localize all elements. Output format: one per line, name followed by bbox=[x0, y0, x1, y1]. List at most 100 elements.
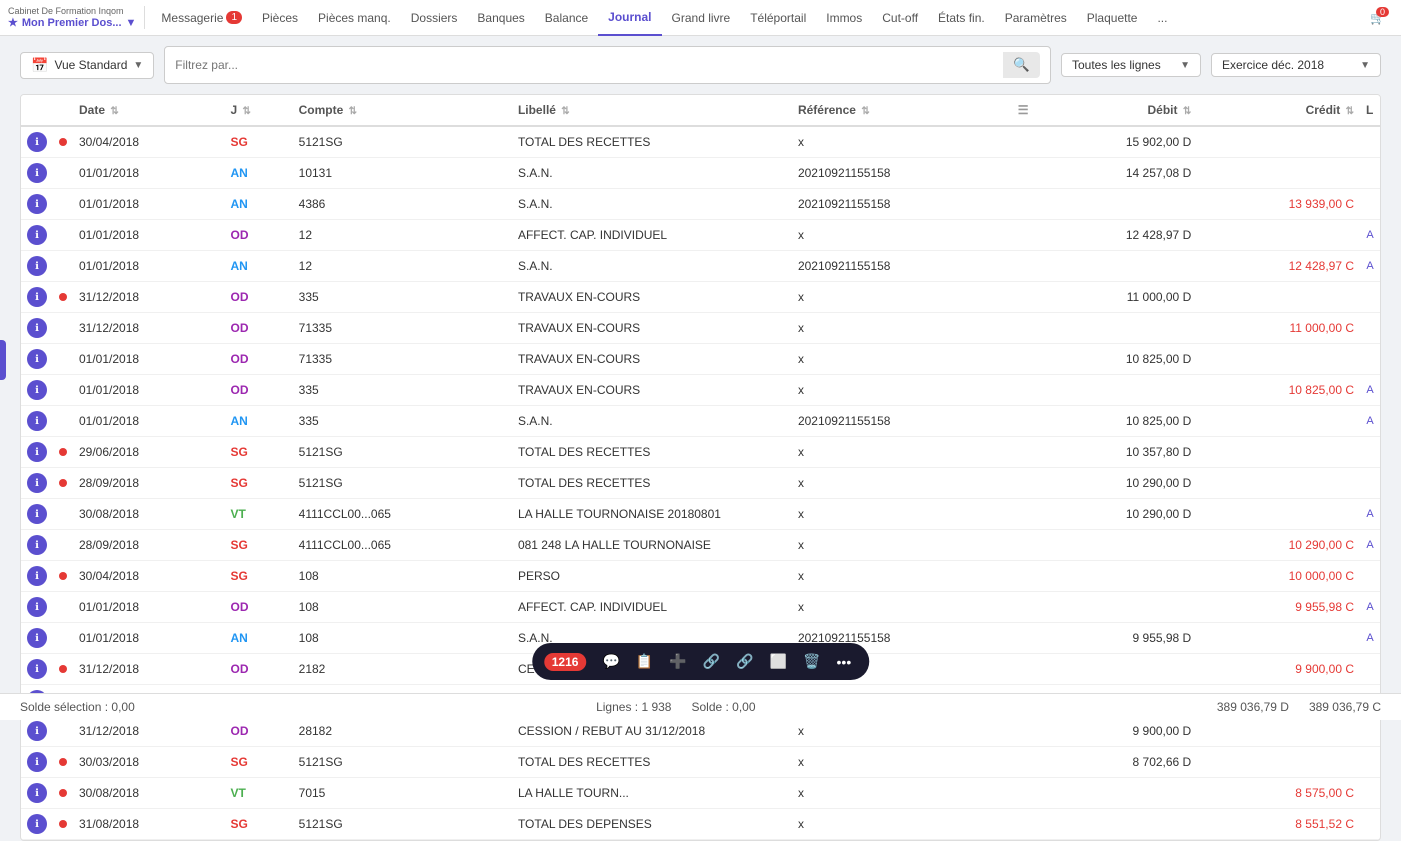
table-row[interactable]: ℹ01/01/2018OD12AFFECT. CAP. INDIVIDUELx1… bbox=[21, 220, 1380, 251]
nav-item-etats-fin[interactable]: États fin. bbox=[928, 0, 995, 36]
search-button[interactable]: 🔍 bbox=[1003, 52, 1040, 78]
table-row[interactable]: ℹ31/12/2018OD335TRAVAUX EN-COURSx11 000,… bbox=[21, 282, 1380, 313]
row-action-icon[interactable]: ℹ bbox=[27, 442, 47, 462]
row-credit: 11 000,00 C bbox=[1197, 313, 1360, 344]
table-row[interactable]: ℹ29/06/2018SG5121SGTOTAL DES RECETTESx10… bbox=[21, 437, 1380, 468]
row-debit: 15 902,00 D bbox=[1035, 126, 1198, 158]
nav-item-pieces[interactable]: Pièces bbox=[252, 0, 308, 36]
filter-icon[interactable]: ☰ bbox=[1018, 103, 1029, 117]
nav-item-journal[interactable]: Journal bbox=[598, 0, 661, 36]
row-action-icon[interactable]: ℹ bbox=[27, 256, 47, 276]
row-action-icon[interactable]: ℹ bbox=[27, 380, 47, 400]
table-row[interactable]: ℹ31/12/2018OD28182CESSION / REBUT AU 31/… bbox=[21, 716, 1380, 747]
table-row[interactable]: ℹ31/08/2018SG5121SGTOTAL DES DEPENSESx8 … bbox=[21, 809, 1380, 840]
row-dot-cell bbox=[53, 437, 73, 468]
table-row[interactable]: ℹ28/09/2018SG4111CCL00...065081 248 LA H… bbox=[21, 530, 1380, 561]
nav-item-more[interactable]: ... bbox=[1147, 0, 1177, 36]
nav-item-grand-livre[interactable]: Grand livre bbox=[662, 0, 741, 36]
row-action-icon[interactable]: ℹ bbox=[27, 132, 47, 152]
col-debit[interactable]: Débit ⇅ bbox=[1035, 95, 1198, 126]
table-row[interactable]: ℹ01/01/2018OD71335TRAVAUX EN-COURSx10 82… bbox=[21, 344, 1380, 375]
view-selector[interactable]: 📅 Vue Standard ▼ bbox=[20, 52, 154, 79]
row-action-icon[interactable]: ℹ bbox=[27, 597, 47, 617]
row-action-icon[interactable]: ℹ bbox=[27, 194, 47, 214]
row-action-icon[interactable]: ℹ bbox=[27, 814, 47, 834]
table-row[interactable]: ℹ30/08/2018VT4111CCL00...065LA HALLE TOU… bbox=[21, 499, 1380, 530]
col-compte[interactable]: Compte ⇅ bbox=[293, 95, 512, 126]
nav-item-banques[interactable]: Banques bbox=[467, 0, 534, 36]
floating-add-button[interactable]: ➕ bbox=[663, 649, 692, 674]
table-row[interactable]: ℹ30/08/2018VT7015LA HALLE TOURN...x8 575… bbox=[21, 778, 1380, 809]
row-compte: 108 bbox=[293, 592, 512, 623]
table-row[interactable]: ℹ31/12/2018OD71335TRAVAUX EN-COURSx11 00… bbox=[21, 313, 1380, 344]
row-action-icon[interactable]: ℹ bbox=[27, 287, 47, 307]
nav-item-parametres[interactable]: Paramètres bbox=[995, 0, 1077, 36]
nav-item-cut-off[interactable]: Cut-off bbox=[872, 0, 928, 36]
table-row[interactable]: ℹ30/04/2018SG108PERSOx10 000,00 C bbox=[21, 561, 1380, 592]
col-journal[interactable]: J ⇅ bbox=[225, 95, 293, 126]
floating-delete-button[interactable]: 🗑️ bbox=[797, 649, 826, 674]
nav-item-pieces-manq[interactable]: Pièces manq. bbox=[308, 0, 401, 36]
floating-more-button[interactable]: ••• bbox=[831, 650, 858, 674]
cart-button[interactable]: 🛒0 bbox=[1370, 11, 1385, 25]
row-compte: 4111CCL00...065 bbox=[293, 499, 512, 530]
nav-item-teleportail[interactable]: Téléportail bbox=[740, 0, 816, 36]
nav-item-immos[interactable]: Immos bbox=[816, 0, 872, 36]
row-l bbox=[1360, 468, 1380, 499]
nav-item-messagerie[interactable]: Messagerie1 bbox=[151, 0, 252, 36]
floating-comment-button[interactable]: 💬 bbox=[596, 649, 625, 674]
table-row[interactable]: ℹ01/01/2018AN335S.A.N.2021092115515810 8… bbox=[21, 406, 1380, 437]
nav-item-balance[interactable]: Balance bbox=[535, 0, 598, 36]
row-l bbox=[1360, 313, 1380, 344]
row-reference: x bbox=[792, 716, 1012, 747]
floating-link2-button[interactable]: 🔗 bbox=[730, 649, 759, 674]
row-l bbox=[1360, 126, 1380, 158]
row-credit bbox=[1197, 282, 1360, 313]
row-libelle: TRAVAUX EN-COURS bbox=[512, 375, 792, 406]
row-action-icon[interactable]: ℹ bbox=[27, 721, 47, 741]
dossier-row[interactable]: ★ Mon Premier Dos... ▼ bbox=[8, 16, 136, 29]
col-date[interactable]: Date ⇅ bbox=[73, 95, 225, 126]
table-row[interactable]: ℹ01/01/2018AN12S.A.N.2021092115515812 42… bbox=[21, 251, 1380, 282]
row-icon-cell: ℹ bbox=[21, 220, 53, 251]
row-action-icon[interactable]: ℹ bbox=[27, 349, 47, 369]
nav-item-dossiers[interactable]: Dossiers bbox=[401, 0, 468, 36]
filter-input[interactable] bbox=[175, 58, 995, 72]
table-row[interactable]: ℹ01/01/2018AN10131S.A.N.2021092115515814… bbox=[21, 158, 1380, 189]
period-selector[interactable]: Exercice déc. 2018 ▼ bbox=[1211, 53, 1381, 77]
row-action-icon[interactable]: ℹ bbox=[27, 659, 47, 679]
row-action-icon[interactable]: ℹ bbox=[27, 535, 47, 555]
floating-square-button[interactable]: ⬜ bbox=[764, 649, 793, 674]
row-journal: OD bbox=[225, 654, 293, 685]
col-reference[interactable]: Référence ⇅ bbox=[792, 95, 1012, 126]
row-action-icon[interactable]: ℹ bbox=[27, 318, 47, 338]
row-journal: OD bbox=[225, 282, 293, 313]
row-action-icon[interactable]: ℹ bbox=[27, 628, 47, 648]
row-journal: OD bbox=[225, 344, 293, 375]
nav-item-plaquette[interactable]: Plaquette bbox=[1077, 0, 1148, 36]
row-date: 30/08/2018 bbox=[73, 778, 225, 809]
row-action-icon[interactable]: ℹ bbox=[27, 566, 47, 586]
table-row[interactable]: ℹ30/04/2018SG5121SGTOTAL DES RECETTESx15… bbox=[21, 126, 1380, 158]
table-row[interactable]: ℹ01/01/2018OD335TRAVAUX EN-COURSx10 825,… bbox=[21, 375, 1380, 406]
row-filter-cell bbox=[1012, 654, 1035, 685]
row-action-icon[interactable]: ℹ bbox=[27, 504, 47, 524]
row-action-icon[interactable]: ℹ bbox=[27, 225, 47, 245]
row-compte: 5121SG bbox=[293, 468, 512, 499]
row-reference: x bbox=[792, 437, 1012, 468]
row-action-icon[interactable]: ℹ bbox=[27, 473, 47, 493]
row-action-icon[interactable]: ℹ bbox=[27, 163, 47, 183]
col-credit[interactable]: Crédit ⇅ bbox=[1197, 95, 1360, 126]
lines-selector[interactable]: Toutes les lignes ▼ bbox=[1061, 53, 1201, 77]
row-action-icon[interactable]: ℹ bbox=[27, 752, 47, 772]
floating-copy-button[interactable]: 📋 bbox=[630, 649, 659, 674]
row-action-icon[interactable]: ℹ bbox=[27, 411, 47, 431]
table-row[interactable]: ℹ30/03/2018SG5121SGTOTAL DES RECETTESx8 … bbox=[21, 747, 1380, 778]
row-action-icon[interactable]: ℹ bbox=[27, 783, 47, 803]
table-row[interactable]: ℹ01/01/2018OD108AFFECT. CAP. INDIVIDUELx… bbox=[21, 592, 1380, 623]
col-filter[interactable]: ☰ bbox=[1012, 95, 1035, 126]
table-row[interactable]: ℹ28/09/2018SG5121SGTOTAL DES RECETTESx10… bbox=[21, 468, 1380, 499]
col-libelle[interactable]: Libellé ⇅ bbox=[512, 95, 792, 126]
floating-link-button[interactable]: 🔗 bbox=[697, 649, 726, 674]
table-row[interactable]: ℹ01/01/2018AN4386S.A.N.2021092115515813 … bbox=[21, 189, 1380, 220]
